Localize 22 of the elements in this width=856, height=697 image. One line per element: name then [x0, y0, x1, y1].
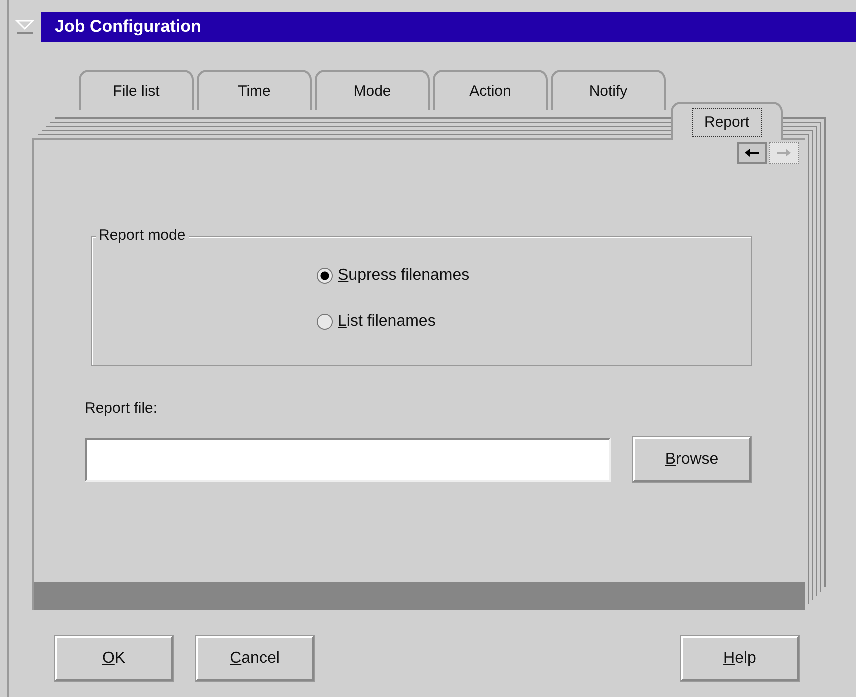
radio-button[interactable]	[317, 268, 333, 284]
report-file-field[interactable]	[85, 438, 611, 482]
window-title: Job Configuration	[41, 12, 856, 42]
field-label: Report file:	[85, 400, 159, 417]
radio-button[interactable]	[317, 314, 333, 330]
right-arrow-icon	[776, 148, 792, 158]
label-text: Supress filenames	[338, 267, 470, 285]
dialog-button[interactable]: Help	[681, 636, 799, 681]
dialog-button[interactable]: Browse	[633, 437, 751, 482]
left-arrow-button[interactable]	[737, 142, 767, 164]
tab[interactable]: Notify	[551, 70, 666, 110]
window-menu-icon[interactable]	[15, 19, 35, 35]
tab[interactable]: Mode	[315, 70, 430, 110]
tab[interactable]: Time	[197, 70, 312, 110]
tab[interactable]: File list	[79, 70, 194, 110]
dialog-button[interactable]: Cancel	[196, 636, 314, 681]
left-arrow-icon	[744, 148, 760, 158]
dialog-button[interactable]: OK	[55, 636, 173, 681]
tab[interactable]: Action	[433, 70, 548, 110]
group-title: Report mode	[96, 227, 189, 244]
label-text: List filenames	[338, 313, 436, 331]
tab[interactable]: Report	[671, 102, 783, 140]
